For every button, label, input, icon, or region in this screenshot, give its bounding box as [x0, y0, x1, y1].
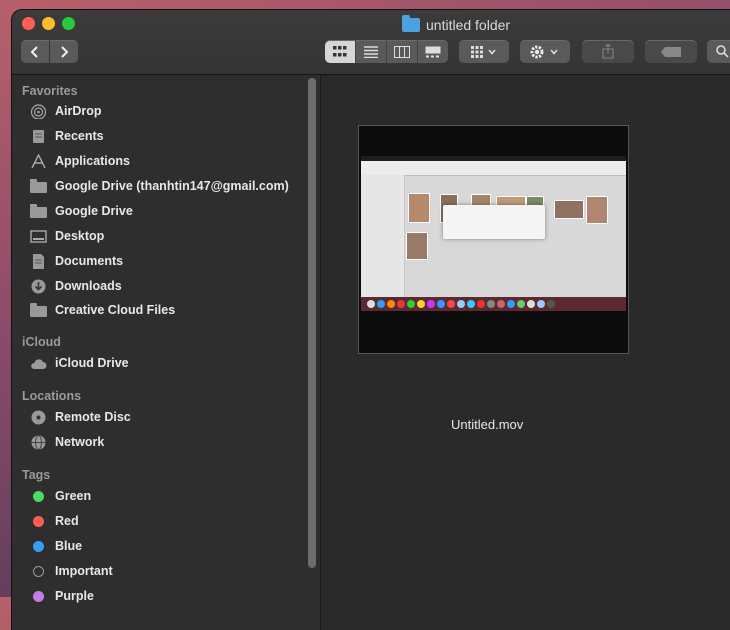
- list-view-icon: [364, 45, 378, 58]
- sidebar-item-label: Creative Cloud Files: [55, 303, 176, 317]
- tag-color-icon: [33, 565, 44, 577]
- action-button[interactable]: [520, 40, 570, 63]
- sidebar-item-documents[interactable]: Documents: [30, 250, 123, 272]
- sidebar-item-desktop[interactable]: Desktop: [30, 225, 104, 247]
- window-title: untitled folder: [402, 15, 511, 34]
- view-mode-control: [325, 40, 448, 63]
- sidebar-item-icloud-drive[interactable]: iCloud Drive: [30, 352, 129, 374]
- dialog-preview: [443, 205, 545, 239]
- folder-icon: [30, 178, 47, 193]
- chevron-right-icon: [61, 45, 69, 58]
- sidebar-item-tag-green[interactable]: Green: [30, 485, 91, 507]
- list-view-button[interactable]: [356, 40, 387, 63]
- gear-icon: [530, 45, 558, 58]
- group-by-button[interactable]: [459, 40, 509, 63]
- column-view-button[interactable]: [387, 40, 418, 63]
- sidebar-item-label: Important: [55, 564, 113, 578]
- share-button[interactable]: [582, 40, 634, 63]
- sidebar-item-network[interactable]: Network: [30, 431, 104, 453]
- applications-icon: [31, 153, 46, 168]
- gallery-view-icon: [425, 46, 441, 57]
- sidebar-item-tag-blue[interactable]: Blue: [30, 535, 82, 557]
- sidebar-item-label: Desktop: [55, 229, 105, 243]
- sidebar-item-tag-important[interactable]: Important: [30, 560, 113, 582]
- column-view-icon: [394, 45, 410, 58]
- tag-color-icon: [33, 590, 44, 602]
- search-button[interactable]: [707, 40, 730, 63]
- sidebar-item-label: iCloud Drive: [55, 356, 129, 370]
- sidebar-item-tag-purple[interactable]: Purple: [30, 585, 94, 607]
- sidebar-item-label: Recents: [55, 129, 104, 143]
- close-button[interactable]: [22, 17, 35, 30]
- gallery-view-button[interactable]: [418, 40, 448, 63]
- titlebar: untitled folder: [12, 10, 730, 75]
- sidebar-item-label: Google Drive (thanhtin147@gmail.com): [55, 179, 289, 193]
- folder-icon: [30, 203, 47, 218]
- icon-view-icon: [333, 45, 347, 56]
- sidebar-item-label: Purple: [55, 589, 94, 603]
- desktop-icon: [30, 229, 47, 243]
- video-preview-image: [361, 156, 626, 311]
- file-name-label[interactable]: Untitled.mov: [451, 417, 523, 432]
- tag-color-icon: [33, 515, 44, 527]
- tags-header: Tags: [22, 468, 51, 482]
- dock-preview: [361, 297, 626, 311]
- minimize-button[interactable]: [42, 17, 55, 30]
- cloud-icon: [31, 358, 47, 369]
- sidebar-item-google-drive[interactable]: Google Drive: [30, 200, 133, 222]
- back-button[interactable]: [21, 40, 49, 63]
- sidebar-item-google-drive-account[interactable]: Google Drive (thanhtin147@gmail.com): [30, 175, 289, 197]
- sidebar-item-applications[interactable]: Applications: [30, 150, 130, 172]
- locations-header: Locations: [22, 389, 82, 403]
- sidebar-item-airdrop[interactable]: AirDrop: [30, 100, 102, 122]
- zoom-button[interactable]: [62, 17, 75, 30]
- group-by-icon: [471, 45, 496, 58]
- finder-window: untitled folder Favorites AirDrop Recent…: [12, 10, 730, 630]
- icloud-header: iCloud: [22, 335, 61, 349]
- file-area: Untitled.mov: [321, 75, 730, 630]
- tag-color-icon: [33, 490, 44, 502]
- tag-button[interactable]: [645, 40, 697, 63]
- sidebar-item-label: Remote Disc: [55, 410, 131, 424]
- folder-icon: [30, 302, 47, 317]
- sidebar-item-label: Red: [55, 514, 79, 528]
- network-icon: [31, 434, 46, 450]
- sidebar: Favorites AirDrop Recents Applications G…: [12, 75, 321, 630]
- file-thumbnail[interactable]: [358, 125, 629, 354]
- sidebar-item-label: Network: [55, 435, 105, 449]
- recents-icon: [33, 129, 44, 143]
- favorites-header: Favorites: [22, 84, 78, 98]
- sidebar-item-label: Documents: [55, 254, 124, 268]
- sidebar-scrollbar[interactable]: [308, 78, 316, 568]
- sidebar-item-recents[interactable]: Recents: [30, 125, 104, 147]
- window-title-text: untitled folder: [426, 17, 511, 33]
- sidebar-item-label: Green: [55, 489, 92, 503]
- sidebar-item-tag-red[interactable]: Red: [30, 510, 79, 532]
- sidebar-item-label: Downloads: [55, 279, 122, 293]
- airdrop-icon: [30, 103, 47, 119]
- downloads-icon: [31, 279, 46, 293]
- sidebar-item-remote-disc[interactable]: Remote Disc: [30, 406, 131, 428]
- search-icon: [715, 45, 729, 58]
- share-icon: [602, 44, 614, 59]
- forward-button[interactable]: [50, 40, 78, 63]
- tag-color-icon: [33, 540, 44, 552]
- sidebar-item-label: AirDrop: [55, 104, 102, 118]
- chevron-left-icon: [30, 45, 38, 58]
- documents-icon: [33, 253, 44, 269]
- sidebar-item-label: Blue: [55, 539, 83, 553]
- folder-icon: [402, 15, 420, 32]
- tag-icon: [661, 46, 681, 57]
- sidebar-item-creative-cloud-files[interactable]: Creative Cloud Files: [30, 299, 175, 321]
- sidebar-item-label: Applications: [55, 154, 131, 168]
- disc-icon: [31, 410, 46, 424]
- icon-view-button[interactable]: [325, 40, 356, 63]
- sidebar-item-label: Google Drive: [55, 204, 133, 218]
- sidebar-item-downloads[interactable]: Downloads: [30, 275, 122, 297]
